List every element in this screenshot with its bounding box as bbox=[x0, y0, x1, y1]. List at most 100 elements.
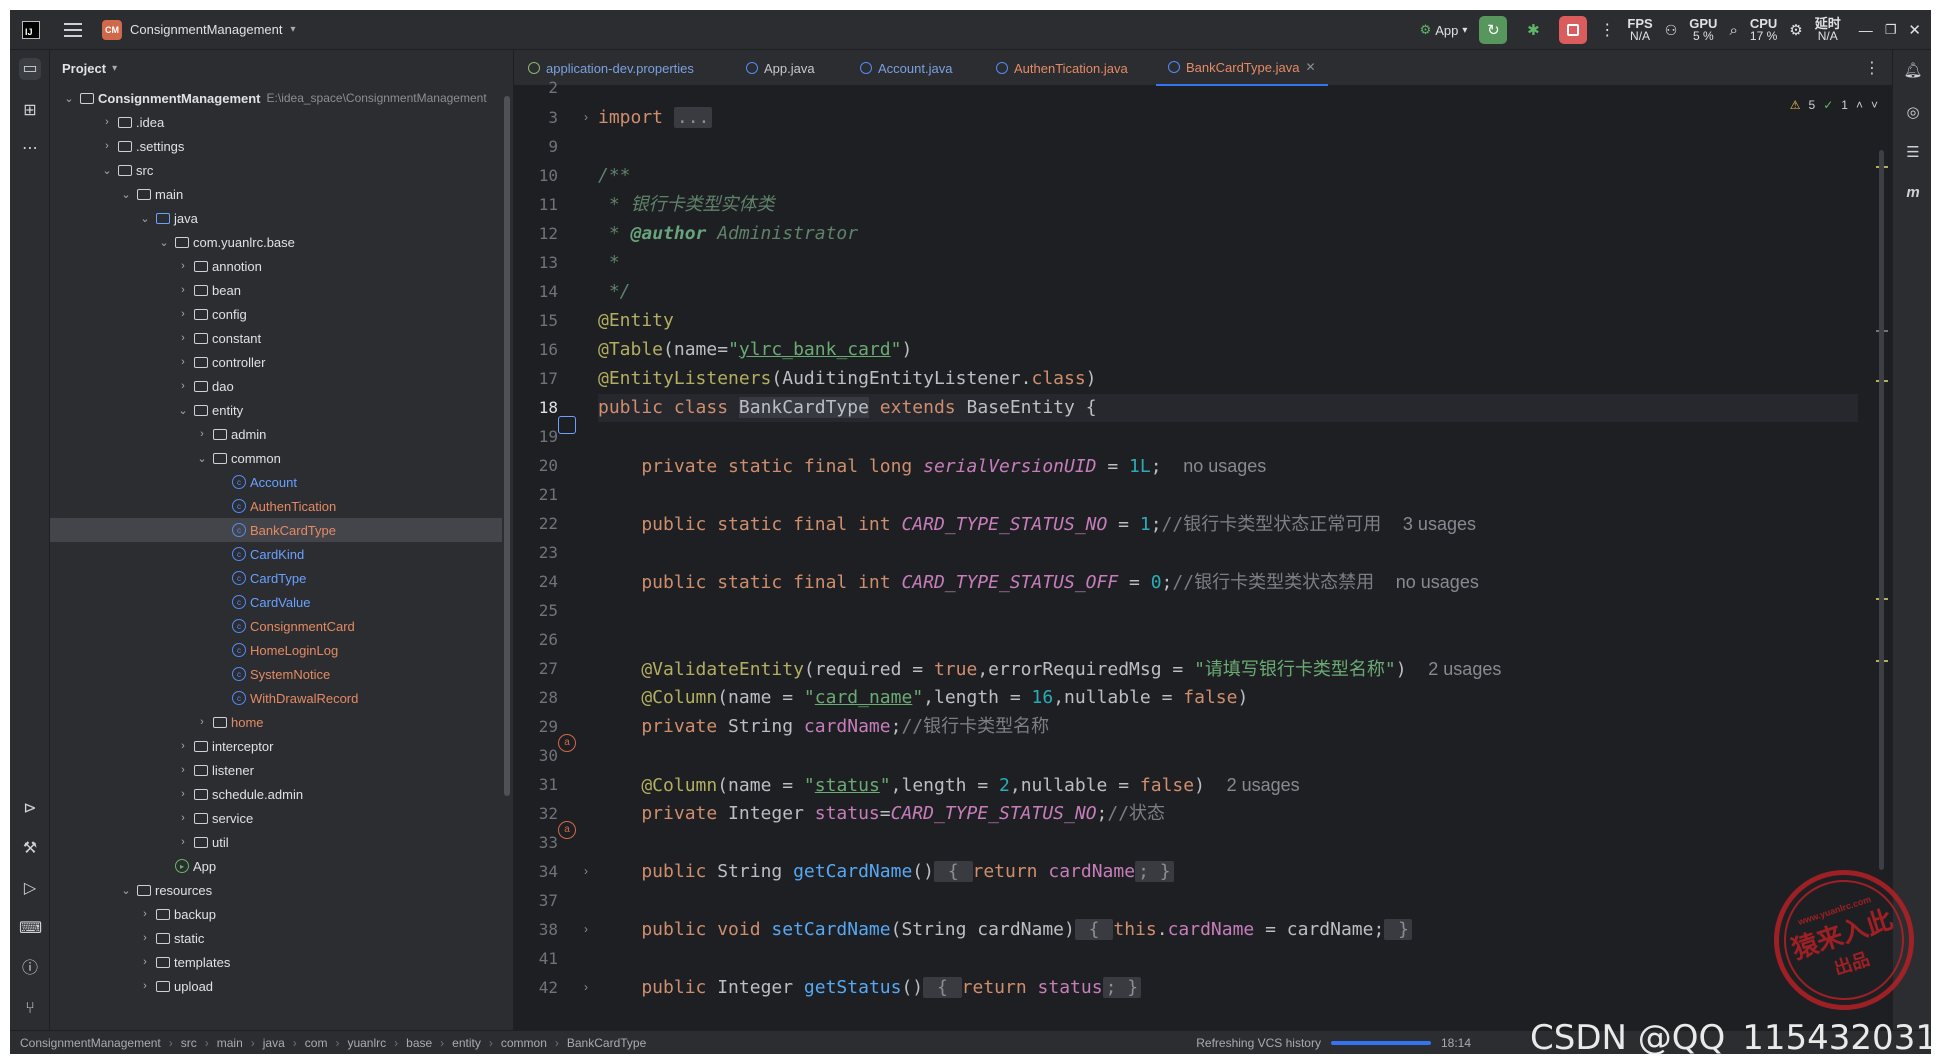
close-icon[interactable]: ✕ bbox=[1908, 21, 1921, 39]
line-number[interactable]: 41 bbox=[518, 949, 558, 968]
chevron-right-icon[interactable]: › bbox=[138, 908, 152, 920]
usages-hint[interactable]: 3 usages bbox=[1403, 514, 1476, 534]
settings-gear-icon[interactable]: ⚙ bbox=[1789, 21, 1802, 39]
more-actions-icon[interactable]: ⋮ bbox=[1599, 20, 1615, 40]
code-view[interactable]: import ... /** * 银行卡类型实体类 * @author Admi… bbox=[598, 86, 1858, 1030]
tree-item-com-yuanlrc-base[interactable]: ⌄ com.yuanlrc.base bbox=[50, 230, 502, 254]
line-number[interactable]: 14 bbox=[518, 282, 558, 301]
tree-item-upload[interactable]: › upload bbox=[50, 974, 502, 998]
tree-item-cardtype[interactable]: c CardType bbox=[50, 566, 502, 590]
chevron-right-icon[interactable]: › bbox=[176, 740, 190, 752]
minimize-icon[interactable]: — bbox=[1859, 22, 1873, 38]
line-number[interactable]: 25 bbox=[518, 601, 558, 620]
tree-item-bean[interactable]: › bean bbox=[50, 278, 502, 302]
breadcrumb-item[interactable]: main bbox=[217, 1036, 243, 1050]
tab-options-icon[interactable]: ⋮ bbox=[1864, 58, 1880, 78]
terminal-icon[interactable]: ⌨ bbox=[19, 918, 42, 940]
line-number[interactable]: 42 bbox=[518, 978, 558, 997]
tree-item-cardvalue[interactable]: c CardValue bbox=[50, 590, 502, 614]
chevron-down-icon[interactable]: ⌄ bbox=[195, 452, 209, 465]
more-icon[interactable]: ⋯ bbox=[19, 138, 41, 160]
chevron-right-icon[interactable]: › bbox=[138, 980, 152, 992]
line-number[interactable]: 12 bbox=[518, 224, 558, 243]
run-config-selector[interactable]: ⚙ App ▾ bbox=[1420, 22, 1468, 38]
line-number[interactable]: 33 bbox=[518, 833, 558, 852]
line-number[interactable]: 9 bbox=[518, 137, 558, 156]
usages-hint[interactable]: no usages bbox=[1396, 572, 1479, 592]
chevron-right-icon[interactable]: › bbox=[176, 308, 190, 320]
maven-icon[interactable]: m bbox=[1902, 182, 1924, 204]
tree-item-app[interactable]: ▸ App bbox=[50, 854, 502, 878]
usages-hint[interactable]: 2 usages bbox=[1227, 775, 1300, 795]
code-token[interactable]: ; } bbox=[1135, 861, 1174, 882]
breadcrumb-item[interactable]: BankCardType bbox=[567, 1036, 646, 1050]
search-icon[interactable]: ⌕ bbox=[1729, 22, 1737, 39]
line-number[interactable]: 28 bbox=[518, 688, 558, 707]
tree-item-interceptor[interactable]: › interceptor bbox=[50, 734, 502, 758]
chevron-right-icon[interactable]: › bbox=[176, 356, 190, 368]
chevron-down-icon[interactable]: ⌄ bbox=[138, 212, 152, 225]
line-number[interactable]: 10 bbox=[518, 166, 558, 185]
tree-item-dao[interactable]: › dao bbox=[50, 374, 502, 398]
line-number[interactable]: 23 bbox=[518, 543, 558, 562]
tab-app-java[interactable]: App.java bbox=[746, 50, 815, 86]
breadcrumb-item[interactable]: common bbox=[501, 1036, 547, 1050]
line-number[interactable]: 15 bbox=[518, 311, 558, 330]
notifications-icon[interactable]: 🔔︎ bbox=[1902, 60, 1924, 82]
chevron-right-icon[interactable]: › bbox=[100, 140, 114, 152]
tab-bankcardtype-java[interactable]: BankCardType.java ✕ bbox=[1156, 50, 1328, 86]
tree-item-schedule-admin[interactable]: › schedule.admin bbox=[50, 782, 502, 806]
tree-item-backup[interactable]: › backup bbox=[50, 902, 502, 926]
line-number[interactable]: 21 bbox=[518, 485, 558, 504]
line-number[interactable]: 24 bbox=[518, 572, 558, 591]
breadcrumb-item[interactable]: src bbox=[181, 1036, 197, 1050]
code-token[interactable]: { bbox=[923, 977, 962, 998]
line-number[interactable]: 18 bbox=[518, 398, 558, 417]
chevron-right-icon[interactable]: › bbox=[176, 284, 190, 296]
tree-item-constant[interactable]: › constant bbox=[50, 326, 502, 350]
chevron-right-icon[interactable]: › bbox=[176, 812, 190, 824]
tree-item-common[interactable]: ⌄ common bbox=[50, 446, 502, 470]
chevron-down-icon[interactable]: ⌄ bbox=[157, 236, 171, 249]
breadcrumb-item[interactable]: ConsignmentManagement bbox=[20, 1036, 161, 1050]
tree-item-home[interactable]: › home bbox=[50, 710, 502, 734]
project-view-icon[interactable]: ▭ bbox=[19, 58, 41, 80]
git-icon[interactable]: ⑂ bbox=[19, 998, 41, 1020]
fold-arrow-icon[interactable]: › bbox=[584, 980, 588, 994]
code-token[interactable]: { bbox=[933, 861, 973, 882]
folded-imports[interactable]: ... bbox=[673, 107, 713, 128]
chevron-right-icon[interactable]: › bbox=[138, 932, 152, 944]
tree-item-listener[interactable]: › listener bbox=[50, 758, 502, 782]
line-number[interactable]: 34 bbox=[518, 862, 558, 881]
breadcrumb-item[interactable]: base bbox=[406, 1036, 432, 1050]
line-number[interactable]: 17 bbox=[518, 369, 558, 388]
build-icon[interactable]: ⚒ bbox=[19, 838, 41, 860]
problems-icon[interactable]: ⓘ bbox=[19, 958, 41, 980]
stop-button[interactable] bbox=[1559, 16, 1588, 44]
database-icon[interactable]: ☰ bbox=[1902, 142, 1924, 164]
tree-item-static[interactable]: › static bbox=[50, 926, 502, 950]
tree-item-withdrawalrecord[interactable]: c WithDrawalRecord bbox=[50, 686, 502, 710]
line-number[interactable]: 38 bbox=[518, 920, 558, 939]
line-number[interactable]: 11 bbox=[518, 195, 558, 214]
entity-gutter-icon[interactable] bbox=[558, 416, 576, 434]
line-number[interactable]: 29 bbox=[518, 717, 558, 736]
chevron-right-icon[interactable]: › bbox=[176, 332, 190, 344]
tree-item-homeloginlog[interactable]: c HomeLoginLog bbox=[50, 638, 502, 662]
line-number[interactable]: 20 bbox=[518, 456, 558, 475]
structure-icon[interactable]: ⊞ bbox=[19, 100, 41, 122]
column-gutter-icon[interactable]: a bbox=[558, 821, 576, 839]
line-number[interactable]: 32 bbox=[518, 804, 558, 823]
line-number[interactable]: 26 bbox=[518, 630, 558, 649]
project-scrollbar[interactable] bbox=[504, 96, 510, 796]
breadcrumb-item[interactable]: java bbox=[263, 1036, 285, 1050]
line-number[interactable]: 37 bbox=[518, 891, 558, 910]
run-icon[interactable]: ▷ bbox=[19, 878, 41, 900]
tree-item-bankcardtype[interactable]: c BankCardType bbox=[50, 518, 502, 542]
debug-button[interactable]: ✱ bbox=[1519, 16, 1547, 44]
chevron-right-icon[interactable]: › bbox=[138, 956, 152, 968]
tree-item-resources[interactable]: ⌄ resources bbox=[50, 878, 502, 902]
breadcrumb-item[interactable]: yuanlrc bbox=[347, 1036, 386, 1050]
chevron-right-icon[interactable]: › bbox=[176, 836, 190, 848]
usages-hint[interactable]: no usages bbox=[1183, 456, 1266, 476]
